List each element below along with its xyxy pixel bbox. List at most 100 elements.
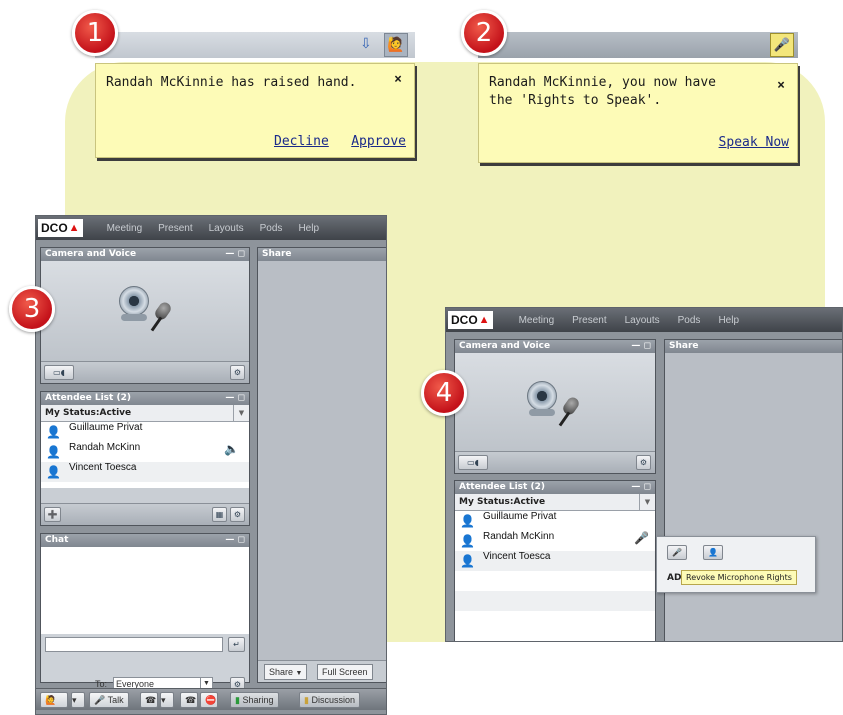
share-button[interactable]: Share ▼	[264, 664, 308, 680]
close-icon[interactable]: ×	[394, 72, 402, 87]
phone-icon[interactable]: ☎	[140, 692, 158, 708]
pod-options-icon[interactable]: ⚙	[230, 365, 245, 380]
attendee-row[interactable]: 👤 Guillaume Privat	[455, 511, 655, 531]
step-badge-2: 2	[461, 10, 507, 56]
menu-pods[interactable]: Pods	[260, 223, 283, 234]
host-icon: 👤	[460, 514, 475, 528]
pod-window-controls[interactable]: — ◻	[631, 340, 651, 353]
chevron-down-icon: ▼	[295, 670, 303, 677]
camera-off-icon[interactable]: ⛔	[200, 692, 218, 708]
attendee-row[interactable]: 👤 Randah McKinn 🎤	[455, 531, 655, 551]
attendee-list-content: My Status:Active ▼ 👤 Guillaume Privat 👤 Ran…	[455, 494, 655, 641]
menu-present[interactable]: Present	[158, 223, 192, 234]
share-area	[258, 261, 386, 682]
speak-now-link[interactable]: Speak Now	[719, 135, 789, 150]
app-logo: DCO ▲	[38, 219, 83, 237]
approve-link[interactable]: Approve	[351, 134, 406, 149]
chat-message-input[interactable]	[45, 637, 223, 652]
attendee-list-title: Attendee List (2)	[459, 482, 545, 492]
sharing-tab[interactable]: ▮ Sharing	[230, 692, 279, 708]
raised-hand-notice: Randah McKinnie has raised hand. × Decli…	[95, 63, 415, 158]
attendee-name: Vincent Toesca	[69, 462, 137, 473]
chat-controls: ↵ To: Everyone ▼ ⚙	[41, 634, 249, 692]
attendee-row[interactable]: 👤 Vincent Toesca	[455, 551, 655, 571]
talk-label: Talk	[107, 695, 124, 705]
share-pod: Share	[664, 339, 842, 641]
participant-icon: 👤	[460, 554, 475, 568]
grid-view-icon[interactable]: ▦	[212, 507, 227, 522]
camera-voice-pod: Camera and Voice — ◻ ▭◖ ⚙	[454, 339, 656, 474]
share-area	[665, 353, 842, 641]
full-screen-button[interactable]: Full Screen	[317, 664, 373, 680]
add-user-icon[interactable]: ➕	[44, 507, 61, 522]
raise-hand-icon[interactable]: 🙋	[40, 692, 68, 708]
attendee-row[interactable]: 👤 Guillaume Privat	[41, 422, 249, 442]
menu-help[interactable]: Help	[718, 315, 739, 326]
share-title: Share	[262, 249, 292, 259]
decline-link[interactable]: Decline	[274, 134, 329, 149]
chat-pod-header: Chat — ◻	[41, 534, 249, 547]
sharing-label: Sharing	[242, 695, 274, 705]
my-status-dropdown[interactable]: My Status:Active ▼	[41, 405, 249, 422]
logo-triangle-icon: ▲	[478, 314, 490, 326]
start-camera-voice-button[interactable]: ▭◖	[458, 455, 488, 470]
participant-icon: 👤	[460, 534, 475, 548]
attendee-list: 👤 Guillaume Privat 👤 Randah McKinn 🔈 👤 Vince…	[41, 422, 249, 488]
revoke-microphone-tooltip[interactable]: Revoke Microphone Rights	[681, 570, 797, 585]
user-profile-icon[interactable]: 👤	[703, 545, 723, 560]
attendee-name: Guillaume Privat	[69, 422, 143, 433]
rights-to-speak-notice: Randah McKinnie, you now have the 'Right…	[478, 63, 798, 163]
send-message-icon[interactable]: ↵	[228, 637, 245, 652]
attendee-list-header: Attendee List (2) — ◻	[41, 392, 249, 405]
pod-window-controls[interactable]: — ◻	[225, 534, 245, 547]
share-footer: Share ▼ Full Screen	[258, 660, 386, 682]
meeting-app-window-revoke: DCO ▲ Meeting Present Layouts Pods Help C…	[445, 307, 843, 642]
host-icon: 👤	[46, 425, 61, 439]
microphone-icon[interactable]: 🎤	[770, 33, 794, 57]
discussion-tab[interactable]: ▮ Discussion	[299, 692, 360, 708]
camera-voice-title: Camera and Voice	[459, 341, 551, 351]
pod-window-controls[interactable]: — ◻	[225, 392, 245, 405]
start-camera-voice-button[interactable]: ▭◖	[44, 365, 74, 380]
microphone-icon[interactable]: 🎤	[667, 545, 687, 560]
attendee-row[interactable]: 👤 Randah McKinn 🔈	[41, 442, 249, 462]
rights-message: Randah McKinnie, you now have the 'Right…	[489, 74, 716, 110]
pod-options-icon[interactable]: ⚙	[636, 455, 651, 470]
menu-layouts[interactable]: Layouts	[209, 223, 244, 234]
close-icon[interactable]: ×	[777, 78, 785, 93]
talk-button[interactable]: 🎤 Talk	[89, 692, 129, 708]
phone-icon[interactable]: ☎	[180, 692, 198, 708]
step-badge-3: 3	[9, 286, 55, 332]
menu-meeting[interactable]: Meeting	[107, 223, 143, 234]
attendee-list-content: My Status:Active ▼ 👤 Guillaume Privat 👤 Ran…	[41, 405, 249, 488]
camera-voice-title: Camera and Voice	[45, 249, 137, 259]
participant-icon: 👤	[46, 465, 61, 479]
download-arrow-icon[interactable]: ⇩	[360, 36, 372, 52]
raise-hand-icon[interactable]: 🙋	[384, 33, 408, 57]
menu-layouts[interactable]: Layouts	[625, 315, 660, 326]
pod-window-controls[interactable]: — ◻	[225, 248, 245, 261]
chat-pod: Chat — ◻ ↵ To: Everyone ▼ ⚙	[40, 533, 250, 692]
menu-pods[interactable]: Pods	[678, 315, 701, 326]
chevron-down-icon[interactable]: ▼	[233, 405, 249, 421]
share-pod-header: Share	[665, 340, 842, 353]
chevron-down-icon[interactable]: ▾	[71, 692, 85, 708]
attendee-name: Randah McKinn	[483, 531, 555, 542]
menu-present[interactable]: Present	[572, 315, 606, 326]
my-status-dropdown[interactable]: My Status:Active ▼	[455, 494, 655, 511]
attendee-list-pod: Attendee List (2) — ◻ My Status:Active ▼ 👤…	[40, 391, 250, 526]
pod-options-icon[interactable]: ⚙	[230, 507, 245, 522]
chevron-down-icon[interactable]: ▼	[639, 494, 655, 510]
menu-help[interactable]: Help	[298, 223, 319, 234]
chat-messages-area	[41, 547, 249, 634]
menu-meeting[interactable]: Meeting	[519, 315, 555, 326]
attendee-list-footer: ➕ ▦ ⚙	[41, 503, 249, 525]
share-pod: Share Share ▼ Full Screen	[257, 247, 386, 683]
chevron-down-icon[interactable]: ▾	[160, 692, 174, 708]
attendee-row[interactable]: 👤 Vincent Toesca	[41, 462, 249, 482]
pod-window-controls[interactable]: — ◻	[631, 481, 651, 494]
rights-message-line-2: the 'Rights to Speak'.	[489, 93, 662, 108]
attendee-list-title: Attendee List (2)	[45, 393, 131, 403]
my-status-label: My Status:Active	[459, 497, 546, 507]
microphone-icon[interactable]: 🎤	[634, 531, 649, 545]
